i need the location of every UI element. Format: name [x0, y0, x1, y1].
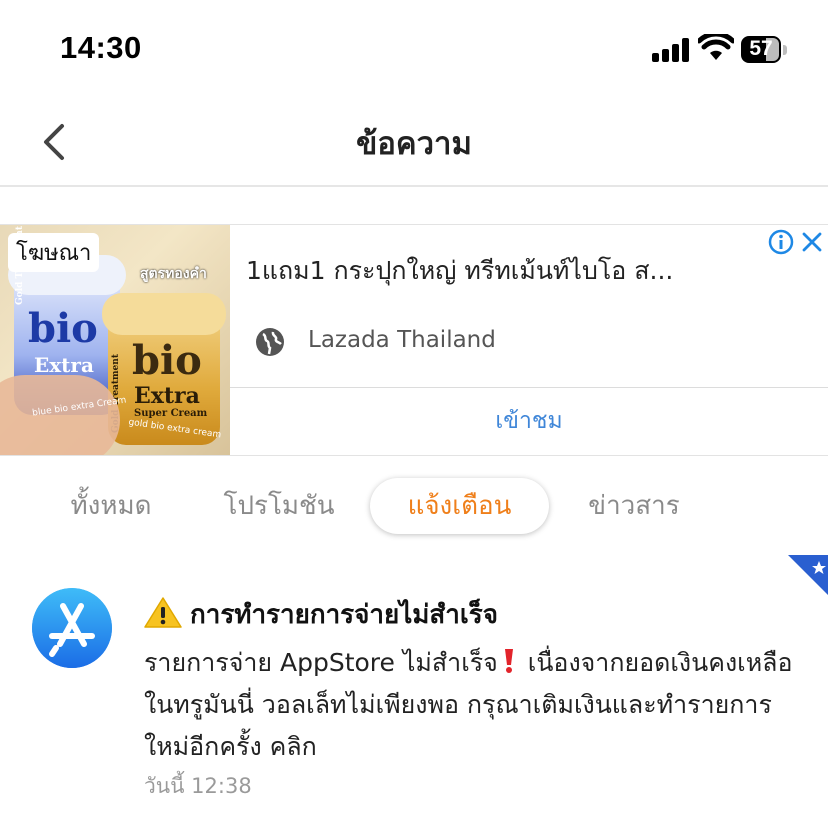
nav-header: ข้อความ — [0, 100, 828, 187]
tab-news[interactable]: ข่าวสาร — [572, 478, 696, 534]
notification-title: การทำรายการจ่ายไม่สำเร็จ — [190, 600, 498, 630]
page-title: ข้อความ — [356, 126, 472, 162]
jar-blue-line: Extra — [34, 353, 94, 377]
notification-item[interactable]: การทำรายการจ่ายไม่สำเร็จ รายการจ่าย AppS… — [0, 580, 828, 810]
hand-illustration — [0, 375, 120, 455]
cellular-signal-icon — [652, 38, 690, 62]
ad-image[interactable]: โฆษณา bio Extra Gold Treatment bio Extra… — [0, 225, 230, 455]
notification-body: รายการจ่าย AppStore ไม่สำเร็จ เนื่องจากย… — [144, 642, 794, 768]
status-time: 14:30 — [60, 30, 142, 65]
status-bar: 14:30 57 — [0, 0, 828, 100]
ad-visit-button[interactable]: เข้าชม — [230, 388, 828, 454]
jar-gold-line: Extra — [134, 383, 200, 409]
wifi-icon — [698, 34, 734, 60]
battery-icon: 57 — [741, 36, 787, 63]
jar-gold-brand: bio — [132, 337, 202, 384]
app-store-icon — [32, 588, 112, 668]
message-tabs: ทั้งหมด โปรโมชัน แจ้งเตือน ข่าวสาร — [0, 478, 828, 538]
tab-promotion[interactable]: โปรโมชัน — [212, 478, 346, 534]
jar-blue-brand: bio — [28, 305, 98, 352]
tab-notifications[interactable]: แจ้งเตือน — [370, 478, 549, 534]
warning-icon — [144, 597, 182, 628]
ad-source: Lazada Thailand — [308, 327, 496, 353]
ad-title[interactable]: 1แถม1 กระปุกใหญ่ ทรีทเม้นท์ไบโอ ส... — [246, 251, 766, 291]
ad-image-badge: สูตรทองคำ — [140, 266, 207, 282]
battery-level: 57 — [749, 37, 773, 60]
ad-card[interactable]: โฆษณา bio Extra Gold Treatment bio Extra… — [0, 224, 828, 456]
notification-title-row: การทำรายการจ่ายไม่สำเร็จ — [144, 594, 498, 635]
notification-body-part1: รายการจ่าย AppStore ไม่สำเร็จ — [144, 648, 498, 677]
close-icon[interactable] — [800, 229, 824, 255]
ad-label: โฆษณา — [8, 233, 100, 272]
jar-gold-sub: Super Cream — [134, 408, 208, 419]
info-icon[interactable] — [768, 229, 794, 255]
notification-time: วันนี้ 12:38 — [144, 774, 252, 798]
ad-content[interactable]: 1แถม1 กระปุกใหญ่ ทรีทเม้นท์ไบโอ ส... Laz… — [230, 225, 828, 455]
red-exclamation-icon — [504, 649, 513, 673]
globe-icon — [256, 328, 284, 356]
tab-all[interactable]: ทั้งหมด — [50, 478, 172, 534]
